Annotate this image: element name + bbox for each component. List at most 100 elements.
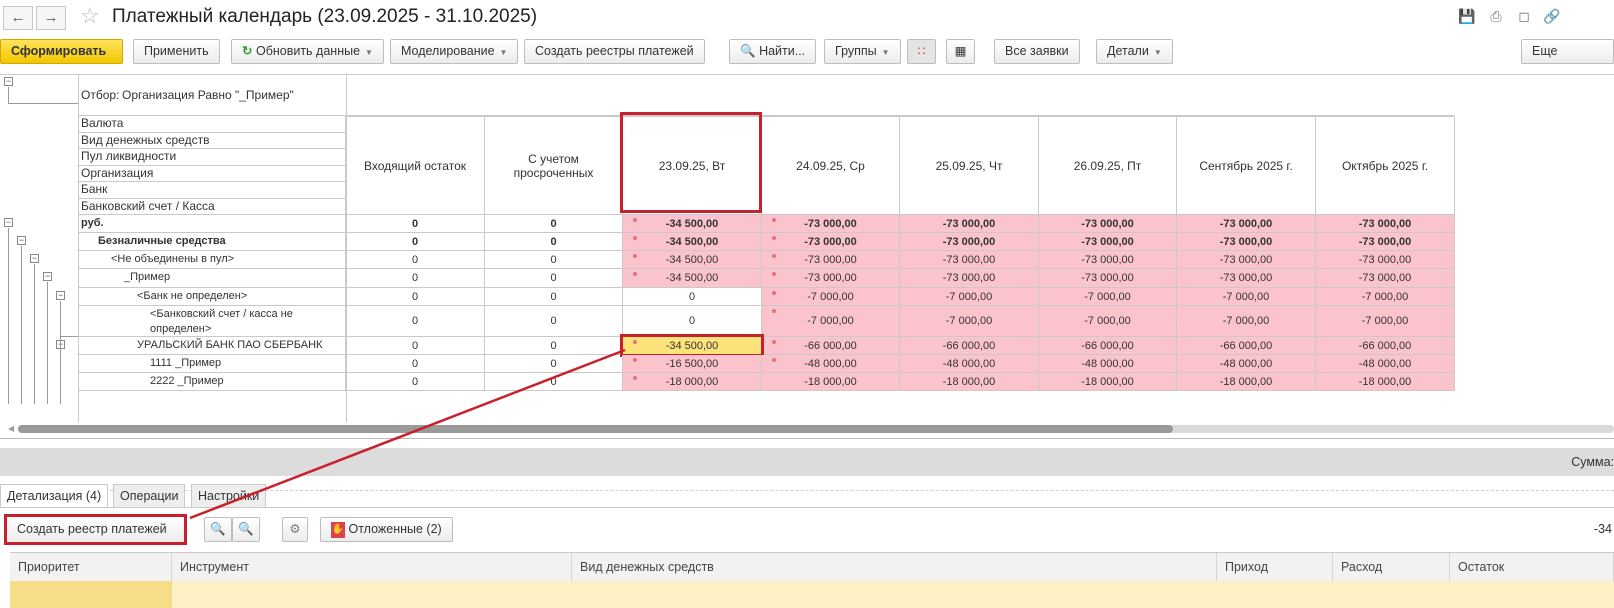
all-requests-button[interactable]: Все заявки bbox=[994, 39, 1080, 64]
table-cell[interactable]: 0 bbox=[485, 337, 623, 355]
table-cell[interactable]: 0 bbox=[346, 269, 485, 288]
table-cell[interactable]: -18 000,00 bbox=[1316, 373, 1455, 391]
table-cell[interactable]: -73 000,00 bbox=[1316, 215, 1455, 233]
scroll-left-icon[interactable]: ◀ bbox=[8, 424, 14, 433]
table-cell[interactable]: -73 000,00 bbox=[762, 215, 900, 233]
tab-operations[interactable]: Операции bbox=[113, 484, 186, 507]
collapse-icon[interactable]: − bbox=[4, 218, 13, 227]
collapse-icon[interactable]: − bbox=[30, 254, 39, 263]
clear-search-icon[interactable]: 🔍 bbox=[232, 517, 260, 542]
table-cell[interactable]: 0 bbox=[346, 215, 485, 233]
table-cell[interactable]: -73 000,00 bbox=[762, 269, 900, 288]
table-cell[interactable]: 0 bbox=[346, 233, 485, 251]
table-cell[interactable]: -7 000,00 bbox=[1177, 288, 1316, 306]
collapse-icon[interactable]: − bbox=[4, 77, 13, 86]
table-row[interactable] bbox=[10, 581, 1614, 608]
table-cell[interactable]: 0 bbox=[485, 251, 623, 269]
table-cell[interactable]: 0 bbox=[346, 288, 485, 306]
table-cell[interactable]: 0 bbox=[346, 251, 485, 269]
column-header-cash-type[interactable]: Вид денежных средств bbox=[572, 553, 1217, 581]
column-header-instrument[interactable]: Инструмент bbox=[172, 553, 572, 581]
row-label[interactable]: Безналичные средства bbox=[78, 233, 346, 251]
table-cell[interactable]: -73 000,00 bbox=[762, 233, 900, 251]
table-view-icon[interactable]: ▦ bbox=[946, 39, 975, 64]
column-split-toggle-icon[interactable]: ∷ bbox=[907, 39, 936, 64]
postponed-button[interactable]: ✋ Отложенные (2) bbox=[320, 517, 453, 542]
table-cell[interactable]: -73 000,00 bbox=[1316, 233, 1455, 251]
table-cell[interactable]: -48 000,00 bbox=[1039, 355, 1177, 373]
table-cell[interactable]: -7 000,00 bbox=[1177, 306, 1316, 337]
column-header-balance[interactable]: Остаток bbox=[1450, 553, 1614, 581]
table-cell[interactable]: 0 bbox=[485, 355, 623, 373]
table-cell[interactable]: -73 000,00 bbox=[1316, 251, 1455, 269]
generate-button[interactable]: Сформировать bbox=[0, 39, 123, 64]
gear-icon[interactable]: ⚙ bbox=[282, 517, 308, 542]
table-cell[interactable]: -7 000,00 bbox=[900, 306, 1039, 337]
scrollbar-thumb[interactable] bbox=[18, 425, 1173, 433]
table-cell[interactable]: -7 000,00 bbox=[900, 288, 1039, 306]
row-label[interactable]: 1111 _Пример bbox=[78, 355, 346, 373]
row-label[interactable]: _Пример bbox=[78, 269, 346, 288]
table-cell[interactable]: 0 bbox=[623, 288, 762, 306]
table-cell[interactable]: -34 500,00 bbox=[623, 269, 762, 288]
search-icon[interactable]: 🔍 bbox=[204, 517, 232, 542]
table-cell[interactable]: -73 000,00 bbox=[1177, 269, 1316, 288]
table-cell[interactable]: 0 bbox=[346, 355, 485, 373]
table-cell[interactable]: -73 000,00 bbox=[1177, 251, 1316, 269]
table-cell[interactable]: -18 000,00 bbox=[623, 373, 762, 391]
table-cell[interactable]: -48 000,00 bbox=[1177, 355, 1316, 373]
tab-settings[interactable]: Настройки bbox=[191, 484, 267, 507]
table-cell[interactable]: -73 000,00 bbox=[900, 233, 1039, 251]
table-cell[interactable]: -16 500,00 bbox=[623, 355, 762, 373]
table-cell[interactable]: -18 000,00 bbox=[1039, 373, 1177, 391]
collapse-icon[interactable]: − bbox=[17, 236, 26, 245]
table-cell[interactable]: -34 500,00 bbox=[623, 215, 762, 233]
link-icon[interactable]: 🔗 bbox=[1543, 8, 1561, 26]
table-cell[interactable]: -18 000,00 bbox=[1177, 373, 1316, 391]
table-cell[interactable]: -48 000,00 bbox=[762, 355, 900, 373]
table-cell[interactable]: -66 000,00 bbox=[1177, 337, 1316, 355]
column-header-income[interactable]: Приход bbox=[1217, 553, 1333, 581]
horizontal-scrollbar[interactable] bbox=[18, 425, 1614, 433]
table-cell[interactable]: 0 bbox=[346, 337, 485, 355]
create-registers-button[interactable]: Создать реестры платежей bbox=[524, 39, 705, 64]
table-cell[interactable]: -73 000,00 bbox=[900, 251, 1039, 269]
row-label[interactable]: <Банковский счет / касса не определен> bbox=[78, 306, 346, 337]
table-cell[interactable]: -48 000,00 bbox=[1316, 355, 1455, 373]
collapse-icon[interactable]: − bbox=[56, 291, 65, 300]
table-cell[interactable]: -34 500,00 bbox=[623, 251, 762, 269]
table-cell[interactable]: -7 000,00 bbox=[762, 288, 900, 306]
table-cell[interactable]: 0 bbox=[485, 215, 623, 233]
row-label[interactable]: <Банк не определен> bbox=[78, 288, 346, 306]
groups-button[interactable]: Группы ▼ bbox=[824, 39, 901, 64]
table-cell[interactable]: 0 bbox=[346, 306, 485, 337]
table-cell[interactable]: -73 000,00 bbox=[1039, 215, 1177, 233]
table-cell[interactable]: 0 bbox=[623, 306, 762, 337]
table-cell[interactable]: -7 000,00 bbox=[1039, 288, 1177, 306]
find-button[interactable]: 🔍 Найти... bbox=[729, 39, 817, 64]
table-cell[interactable]: -7 000,00 bbox=[1316, 306, 1455, 337]
table-cell[interactable]: -7 000,00 bbox=[1316, 288, 1455, 306]
table-cell[interactable]: -73 000,00 bbox=[900, 215, 1039, 233]
details-button[interactable]: Детали ▼ bbox=[1096, 39, 1173, 64]
table-cell[interactable]: -66 000,00 bbox=[762, 337, 900, 355]
row-label[interactable]: руб. bbox=[78, 215, 346, 233]
table-cell[interactable]: -73 000,00 bbox=[1039, 251, 1177, 269]
table-cell[interactable]: -66 000,00 bbox=[1316, 337, 1455, 355]
table-cell[interactable]: 0 bbox=[485, 373, 623, 391]
table-cell[interactable]: -66 000,00 bbox=[1039, 337, 1177, 355]
table-cell[interactable]: 0 bbox=[485, 269, 623, 288]
refresh-data-button[interactable]: ↻ Обновить данные ▼ bbox=[231, 39, 384, 64]
tab-details[interactable]: Детализация (4) bbox=[0, 484, 109, 507]
row-label[interactable]: 2222 _Пример bbox=[78, 373, 346, 391]
preview-icon[interactable]: ◻ bbox=[1515, 8, 1533, 26]
table-cell[interactable]: -34 500,00 bbox=[623, 233, 762, 251]
table-cell[interactable]: -73 000,00 bbox=[1177, 215, 1316, 233]
more-button[interactable]: Еще bbox=[1521, 39, 1614, 64]
save-icon[interactable]: 💾 bbox=[1458, 8, 1476, 26]
table-cell[interactable]: -73 000,00 bbox=[1039, 269, 1177, 288]
table-cell[interactable]: -7 000,00 bbox=[1039, 306, 1177, 337]
table-cell[interactable]: -73 000,00 bbox=[762, 251, 900, 269]
back-button[interactable]: ← bbox=[3, 6, 33, 30]
apply-button[interactable]: Применить bbox=[133, 39, 220, 64]
